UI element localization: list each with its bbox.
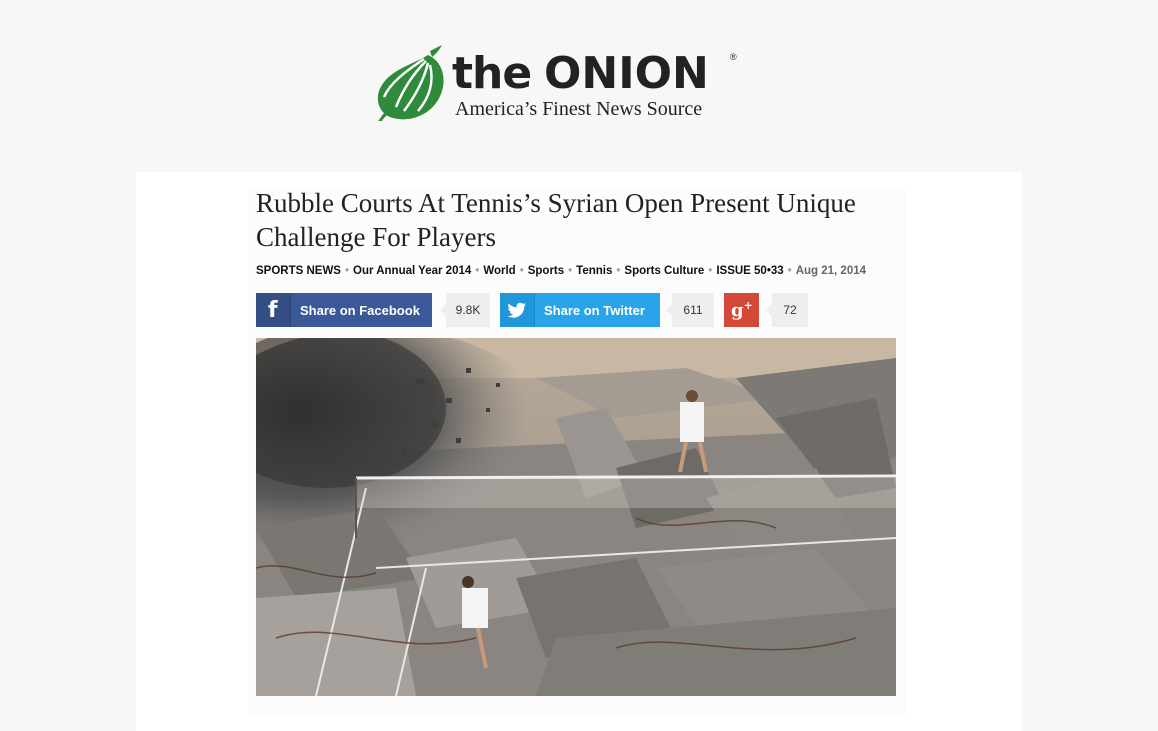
logo-wordmark-the[interactable]: the [452,46,532,102]
masthead: the ONION ® America’s Finest News Source [0,0,1158,172]
twitter-bird-icon [500,293,535,327]
onion-logo-icon[interactable] [376,45,446,121]
article-photo[interactable] [256,338,896,696]
facebook-icon: f [256,293,291,327]
meta-separator: • [708,265,713,277]
meta-separator: • [787,265,792,277]
logo-wordmark-onion[interactable]: ONION [544,46,709,102]
google-plus-icon: g+ [731,299,753,321]
facebook-share-count: 9.8K [440,293,490,327]
crumb-sports[interactable]: Sports [528,265,564,277]
crumb-sports-news[interactable]: SPORTS NEWS [256,265,341,277]
registered-mark: ® [730,52,737,62]
article-headline[interactable]: Rubble Courts At Tennis’s Syrian Open Pr… [256,186,896,254]
share-twitter-label: Share on Twitter [544,303,645,318]
share-facebook-button[interactable]: f Share on Facebook [256,293,432,327]
crumb-issue[interactable]: ISSUE 50•33 [716,265,783,277]
crumb-tennis[interactable]: Tennis [576,265,612,277]
share-twitter-button[interactable]: Share on Twitter [500,293,660,327]
meta-separator: • [616,265,621,277]
crumb-sports-culture[interactable]: Sports Culture [624,265,704,277]
twitter-share-count: 611 [666,293,714,327]
crumb-annual-year[interactable]: Our Annual Year 2014 [353,265,471,277]
rubble-tennis-court-image [256,338,896,696]
share-googleplus-button[interactable]: g+ [724,293,759,327]
meta-separator: • [344,265,350,277]
meta-separator: • [568,265,573,277]
logo-tagline: America’s Finest News Source [455,98,703,120]
crumb-world[interactable]: World [483,265,515,277]
meta-separator: • [475,265,480,277]
article-meta: SPORTS NEWS • Our Annual Year 2014 • World • S… [256,265,866,277]
googleplus-share-count: 72 [766,293,808,327]
article-date: Aug 21, 2014 [795,265,867,277]
share-facebook-label: Share on Facebook [300,303,420,318]
meta-separator: • [519,265,524,277]
